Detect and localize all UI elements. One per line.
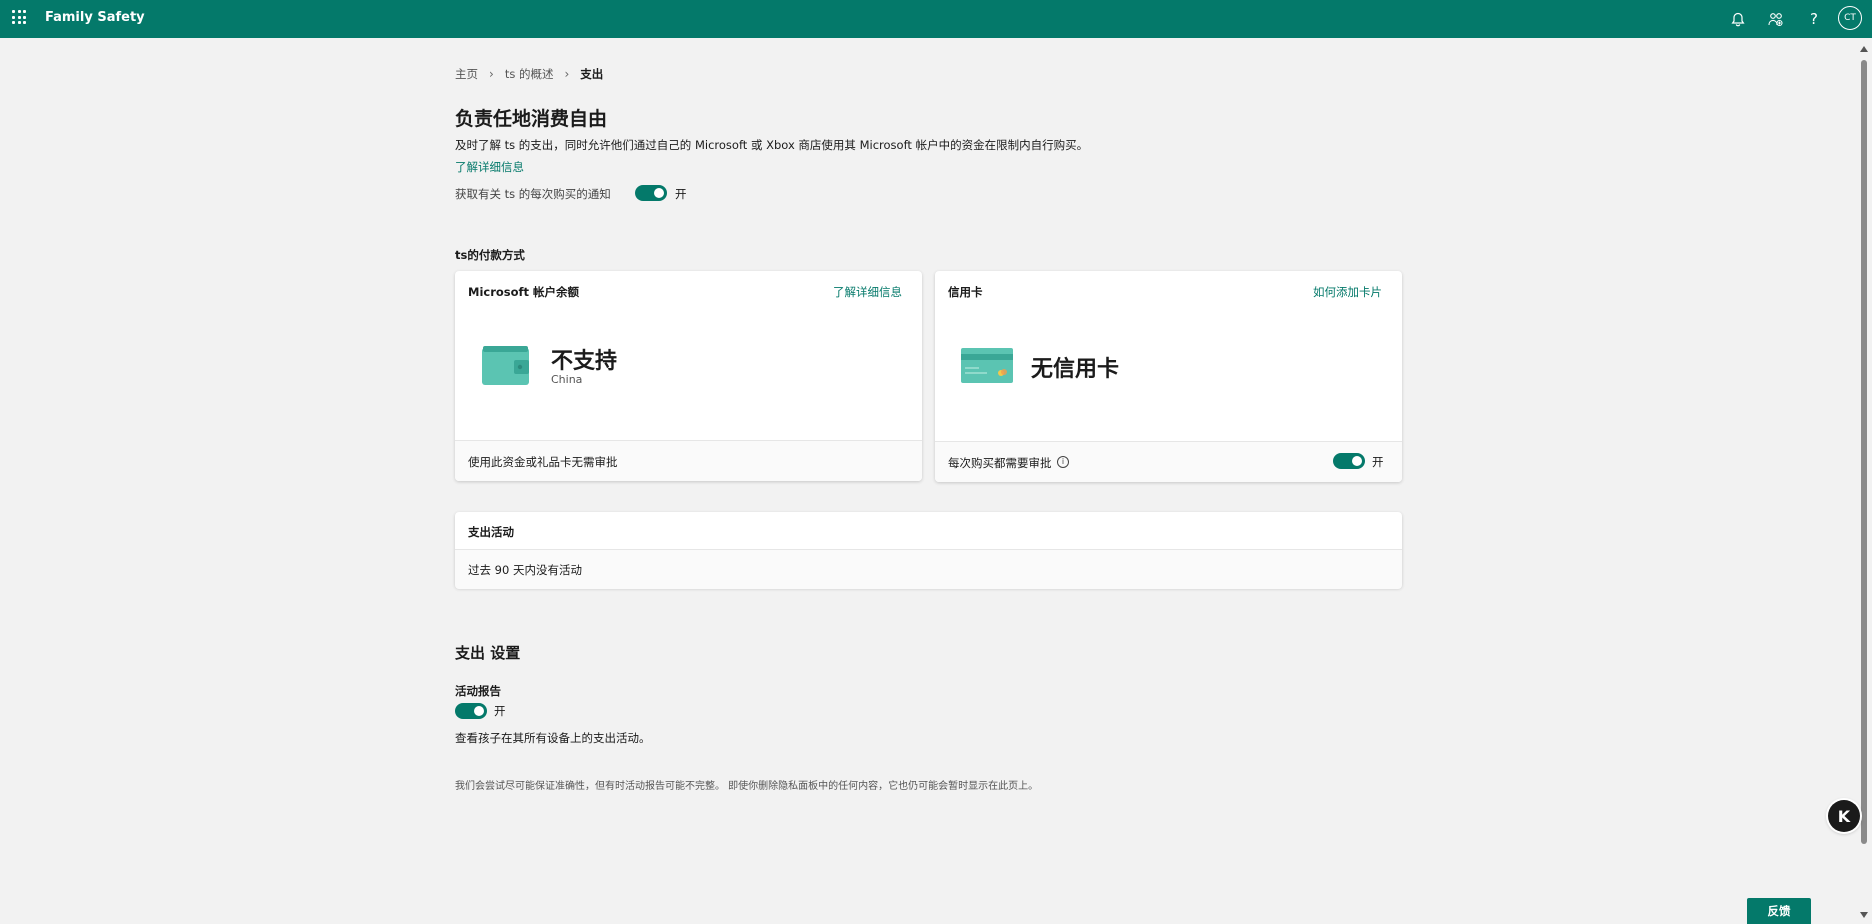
balance-card-title: Microsoft 帐户余额 [468, 285, 580, 299]
activity-empty-text: 过去 90 天内没有活动 [468, 563, 582, 577]
chevron-right-icon: › [564, 67, 570, 81]
help-icon[interactable]: ? [1804, 9, 1824, 29]
activity-title: 支出活动 [468, 525, 514, 539]
breadcrumb-home[interactable]: 主页 [455, 66, 478, 82]
activity-report-title: 活动报告 [455, 684, 501, 698]
learn-more-link[interactable]: 了解详细信息 [455, 159, 524, 175]
add-card-link[interactable]: 如何添加卡片 [1313, 284, 1382, 300]
activity-report-toggle-state: 开 [494, 704, 506, 718]
balance-card: Microsoft 帐户余额 了解详细信息 不支持 China 使用此资金或礼品… [455, 271, 922, 481]
page-description: 及时了解 ts 的支出，同时允许他们通过自己的 Microsoft 或 Xbox… [455, 138, 1089, 152]
notify-toggle[interactable] [635, 185, 667, 201]
balance-region: China [551, 373, 583, 386]
balance-status: 不支持 [551, 349, 618, 374]
credit-card-card: 信用卡 如何添加卡片 无信用卡 每次购买都需要审批 i 开 [935, 271, 1402, 482]
payment-section-title: ts的付款方式 [455, 248, 525, 262]
bell-icon[interactable] [1728, 9, 1748, 29]
activity-report-toggle[interactable] [455, 703, 487, 719]
credit-card-status: 无信用卡 [1031, 357, 1120, 382]
approval-toggle[interactable] [1333, 453, 1365, 469]
activity-body: 过去 90 天内没有活动 [455, 549, 1402, 589]
credit-card-title: 信用卡 [948, 285, 983, 299]
credit-footer-text: 每次购买都需要审批 [948, 456, 1052, 470]
disclaimer: 我们会尝试尽可能保证准确性，但有时活动报告可能不完整。 即使你删除隐私面板中的任… [455, 781, 1039, 792]
scroll-up-arrow-icon[interactable] [1860, 46, 1868, 52]
notify-label: 获取有关 ts 的每次购买的通知 [455, 187, 611, 201]
family-icon[interactable] [1766, 9, 1786, 29]
scroll-thumb[interactable] [1861, 60, 1867, 844]
balance-card-footer: 使用此资金或礼品卡无需审批 [455, 440, 922, 481]
top-bar: Family Safety ? CT [0, 0, 1872, 38]
page-title: 负责任地消费自由 [455, 108, 608, 130]
breadcrumb: 主页 › ts 的概述 › 支出 [455, 66, 603, 82]
chevron-right-icon: › [489, 67, 494, 81]
k-extension-icon[interactable]: K [1828, 800, 1860, 832]
notify-toggle-state: 开 [675, 187, 687, 201]
balance-learn-more-link[interactable]: 了解详细信息 [833, 284, 902, 300]
activity-report-desc: 查看孩子在其所有设备上的支出活动。 [455, 731, 651, 745]
waffle-icon[interactable] [12, 10, 26, 24]
credit-card-footer: 每次购买都需要审批 i 开 [935, 441, 1402, 482]
avatar[interactable]: CT [1838, 6, 1862, 30]
breadcrumb-current: 支出 [580, 67, 604, 81]
spending-activity-card: 支出活动 过去 90 天内没有活动 [455, 512, 1402, 589]
app-title[interactable]: Family Safety [45, 10, 145, 25]
settings-title: 支出 设置 [455, 644, 521, 662]
feedback-button[interactable]: 反馈 [1747, 898, 1811, 924]
scroll-down-arrow-icon[interactable] [1860, 912, 1868, 918]
approval-toggle-state: 开 [1372, 455, 1384, 469]
credit-card-icon [961, 348, 1013, 388]
wallet-icon [482, 346, 530, 390]
scrollbar[interactable] [1856, 38, 1872, 924]
breadcrumb-overview[interactable]: ts 的概述 [505, 66, 554, 82]
balance-footer-text: 使用此资金或礼品卡无需审批 [468, 455, 618, 469]
info-icon[interactable]: i [1057, 456, 1069, 468]
